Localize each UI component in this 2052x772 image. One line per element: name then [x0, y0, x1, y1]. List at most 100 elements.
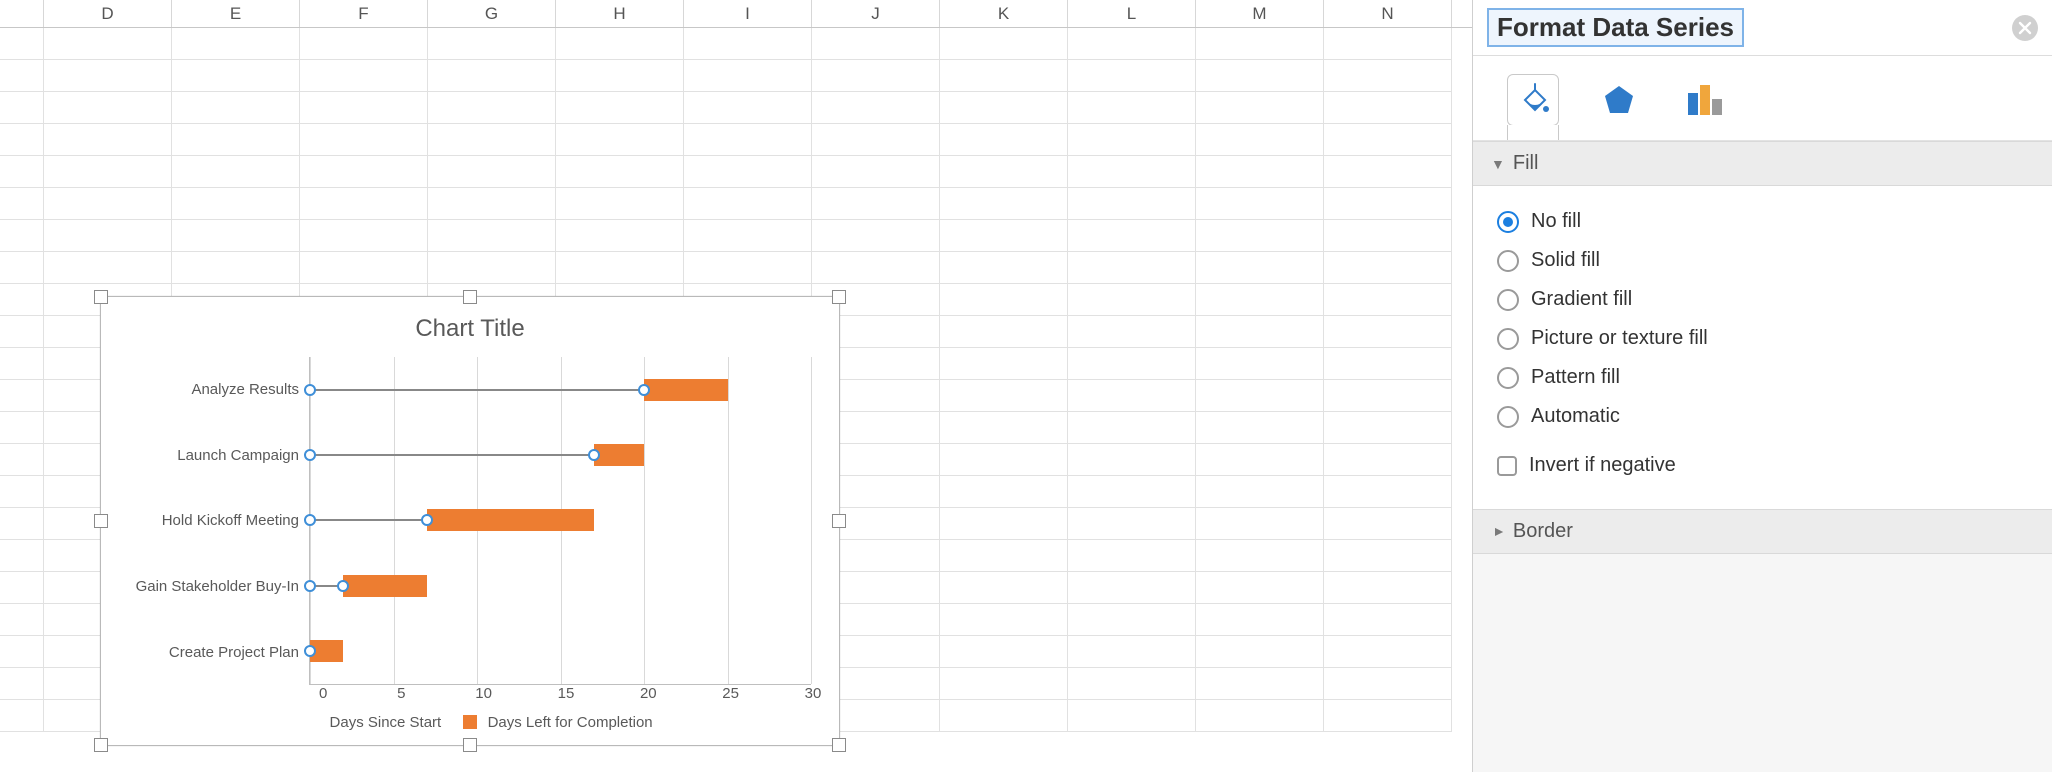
cell[interactable] [940, 348, 1068, 380]
cell[interactable] [812, 28, 940, 60]
cell[interactable] [1324, 28, 1452, 60]
cell[interactable] [1068, 700, 1196, 732]
cell[interactable] [1324, 60, 1452, 92]
cell[interactable] [940, 668, 1068, 700]
cell[interactable] [1196, 636, 1324, 668]
cell[interactable] [1196, 28, 1324, 60]
cell[interactable] [172, 124, 300, 156]
cell[interactable] [940, 124, 1068, 156]
column-header-F[interactable]: F [300, 0, 428, 27]
cell[interactable] [1068, 444, 1196, 476]
cell[interactable] [1324, 220, 1452, 252]
cell[interactable] [556, 124, 684, 156]
cell[interactable] [300, 28, 428, 60]
radio-automatic[interactable]: Automatic [1497, 397, 2028, 436]
cell[interactable] [1196, 508, 1324, 540]
cell[interactable] [940, 316, 1068, 348]
cell[interactable] [1324, 668, 1452, 700]
cell[interactable] [1196, 92, 1324, 124]
cell[interactable] [300, 220, 428, 252]
cell[interactable] [300, 60, 428, 92]
cell[interactable] [1068, 348, 1196, 380]
cell[interactable] [1068, 604, 1196, 636]
bar-segment-days-left[interactable] [427, 509, 594, 531]
cell[interactable] [556, 220, 684, 252]
cell[interactable] [172, 220, 300, 252]
cell[interactable] [1196, 252, 1324, 284]
cell[interactable] [1196, 476, 1324, 508]
resize-handle-bm[interactable] [463, 738, 477, 752]
cell[interactable] [300, 92, 428, 124]
cell[interactable] [1324, 604, 1452, 636]
cell[interactable] [172, 156, 300, 188]
column-header-L[interactable]: L [1068, 0, 1196, 27]
cell[interactable] [940, 636, 1068, 668]
cell[interactable] [1196, 316, 1324, 348]
cell[interactable] [1196, 60, 1324, 92]
cell[interactable] [172, 60, 300, 92]
cell[interactable] [172, 28, 300, 60]
cell[interactable] [1196, 668, 1324, 700]
cell[interactable] [44, 156, 172, 188]
cell[interactable] [940, 444, 1068, 476]
chart-title[interactable]: Chart Title [129, 315, 811, 343]
tab-series-options[interactable] [1679, 74, 1731, 126]
cell[interactable] [1196, 572, 1324, 604]
cell[interactable] [428, 60, 556, 92]
cell[interactable] [1324, 540, 1452, 572]
cell[interactable] [1324, 284, 1452, 316]
cell[interactable] [556, 60, 684, 92]
cell[interactable] [428, 188, 556, 220]
cell[interactable] [1068, 316, 1196, 348]
cell[interactable] [940, 28, 1068, 60]
column-header-K[interactable]: K [940, 0, 1068, 27]
cell[interactable] [1324, 316, 1452, 348]
cell[interactable] [556, 28, 684, 60]
cell[interactable] [812, 252, 940, 284]
cell[interactable] [1068, 668, 1196, 700]
cell[interactable] [1068, 380, 1196, 412]
section-header-border[interactable]: ▼ Border [1473, 509, 2052, 554]
column-header-G[interactable]: G [428, 0, 556, 27]
cell[interactable] [1068, 284, 1196, 316]
cell[interactable] [940, 540, 1068, 572]
cell[interactable] [1068, 60, 1196, 92]
cell[interactable] [1196, 700, 1324, 732]
bar-segment-days-left[interactable] [644, 379, 728, 401]
column-header-M[interactable]: M [1196, 0, 1324, 27]
cell[interactable] [1068, 252, 1196, 284]
cell[interactable] [940, 572, 1068, 604]
tab-effects[interactable] [1593, 74, 1645, 126]
cell[interactable] [1196, 412, 1324, 444]
resize-handle-mr[interactable] [832, 514, 846, 528]
cell[interactable] [1068, 540, 1196, 572]
cell[interactable] [940, 60, 1068, 92]
cell[interactable] [1068, 412, 1196, 444]
cell[interactable] [1196, 540, 1324, 572]
cell[interactable] [1068, 220, 1196, 252]
bar-segment-days-since-start[interactable] [310, 379, 644, 401]
cell[interactable] [940, 252, 1068, 284]
cell[interactable] [44, 28, 172, 60]
plot-area[interactable]: Analyze ResultsLaunch CampaignHold Kicko… [129, 357, 811, 685]
cell[interactable] [1324, 572, 1452, 604]
radio-no-fill[interactable]: No fill [1497, 202, 2028, 241]
cell[interactable] [684, 92, 812, 124]
cell[interactable] [556, 188, 684, 220]
cell[interactable] [556, 252, 684, 284]
cell[interactable] [940, 380, 1068, 412]
section-header-fill[interactable]: ▼ Fill [1473, 141, 2052, 186]
cell[interactable] [1196, 284, 1324, 316]
embedded-chart[interactable]: Chart Title Analyze ResultsLaunch Campai… [100, 296, 840, 746]
cell[interactable] [1324, 380, 1452, 412]
cell[interactable] [684, 156, 812, 188]
cell[interactable] [428, 28, 556, 60]
cell[interactable] [1324, 444, 1452, 476]
panel-title[interactable]: Format Data Series [1487, 8, 1744, 47]
resize-handle-tr[interactable] [832, 290, 846, 304]
cell[interactable] [684, 188, 812, 220]
column-header-J[interactable]: J [812, 0, 940, 27]
cell[interactable] [1196, 348, 1324, 380]
cell[interactable] [1068, 636, 1196, 668]
cell[interactable] [1196, 444, 1324, 476]
